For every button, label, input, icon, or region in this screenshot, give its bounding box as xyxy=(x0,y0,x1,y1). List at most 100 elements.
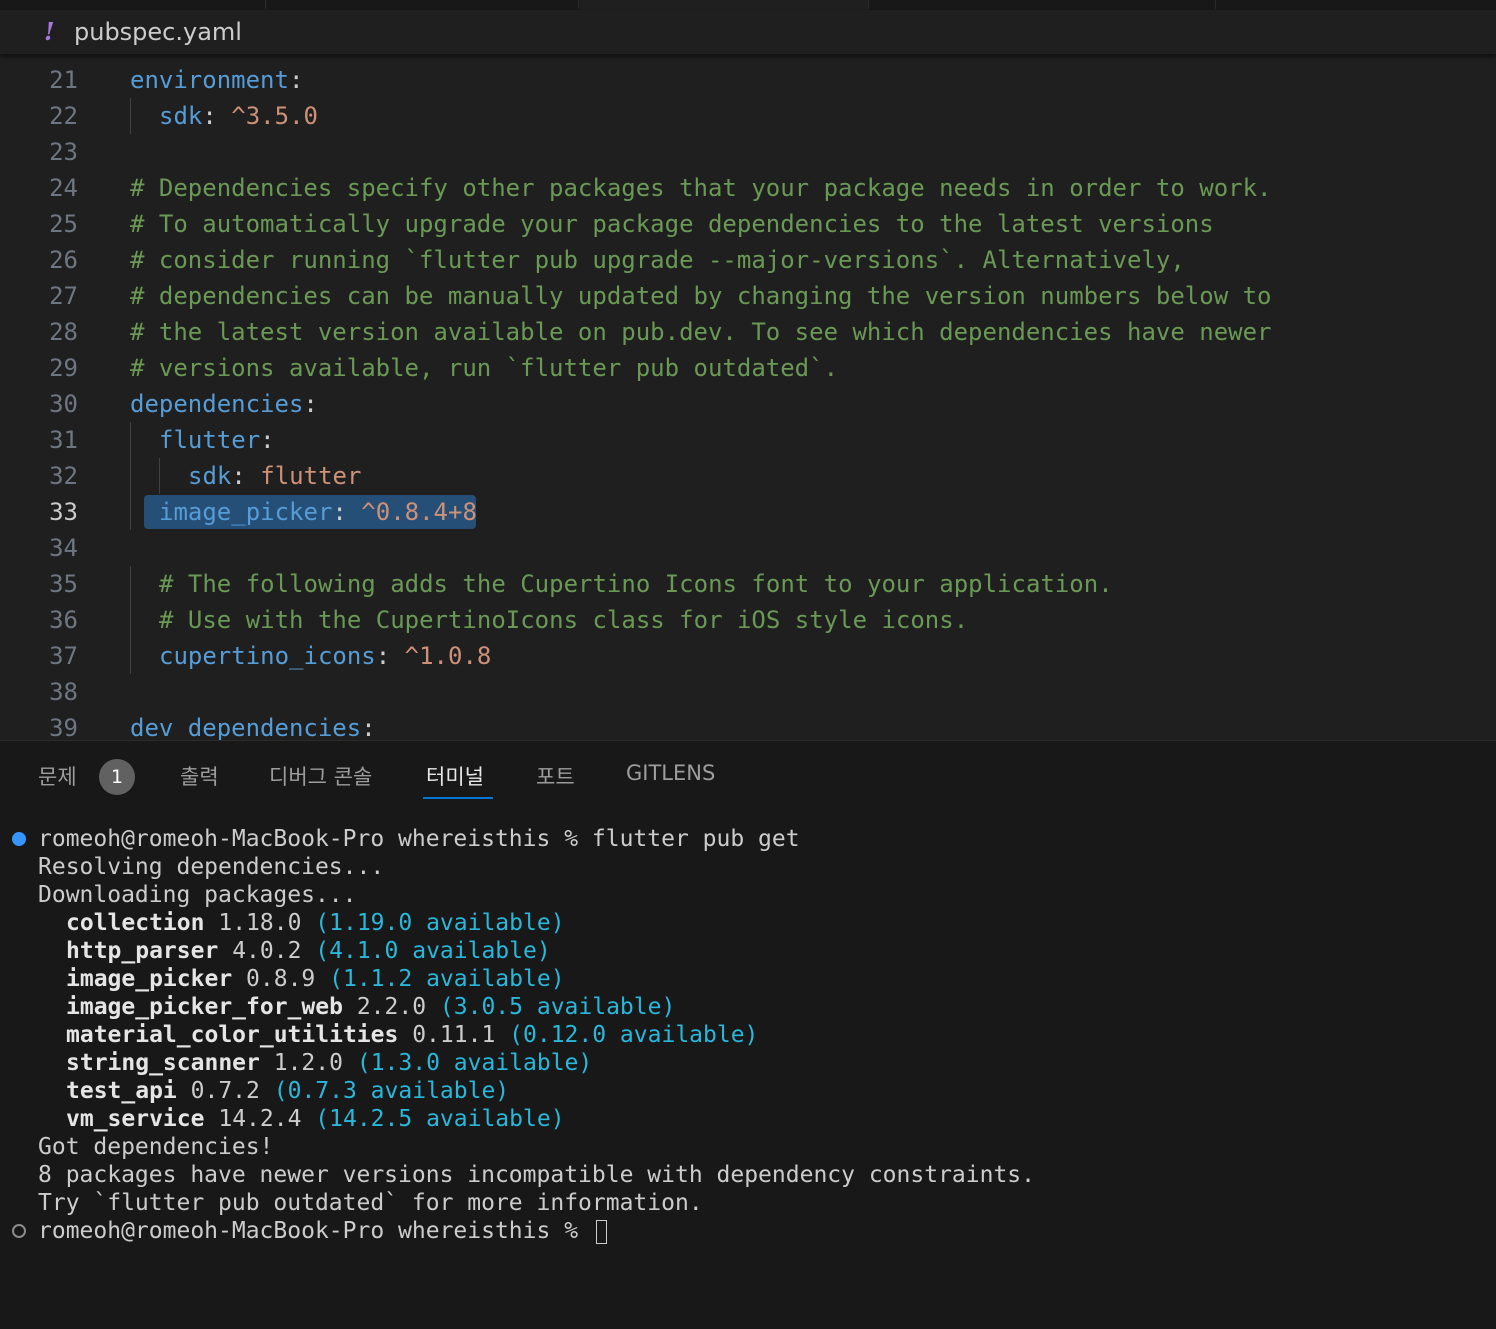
terminal-line: 8 packages have newer versions incompati… xyxy=(38,1162,1035,1188)
panel-tabs: 문제 1 출력 디버그 콘솔 터미널 포트 GITLENS xyxy=(0,741,1496,811)
yaml-key: sdk xyxy=(188,462,232,490)
code-line[interactable]: 30 dependencies: xyxy=(0,386,1496,422)
yaml-colon: : xyxy=(375,642,405,670)
code-line[interactable]: 22 sdk: ^3.5.0 xyxy=(0,98,1496,134)
code-line[interactable]: 38 xyxy=(0,674,1496,710)
line-number: 30 xyxy=(49,390,78,418)
yaml-comment: # consider running `flutter pub upgrade … xyxy=(130,246,1185,274)
tab-separator xyxy=(265,0,266,9)
yaml-comment: # dependencies can be manually updated b… xyxy=(130,282,1272,310)
tab-output[interactable]: 출력 xyxy=(180,761,219,791)
line-number: 34 xyxy=(49,534,78,562)
code-line[interactable]: 33 image_picker: ^0.8.4+8 xyxy=(0,494,1496,530)
line-number: 35 xyxy=(49,570,78,598)
code-line[interactable]: 28 # the latest version available on pub.… xyxy=(0,314,1496,350)
command-success-dot-icon[interactable] xyxy=(12,832,26,846)
code-line[interactable]: 35 # The following adds the Cupertino Ico… xyxy=(0,566,1496,602)
code-line[interactable]: 32 sdk: flutter xyxy=(0,458,1496,494)
package-current-version: 1.2.0 xyxy=(273,1050,343,1076)
active-tab-indicator xyxy=(423,797,493,799)
code-text: dev_dependencies: xyxy=(130,710,376,740)
package-available-version: (0.7.3 available) xyxy=(273,1078,510,1104)
package-available-version: (3.0.5 available) xyxy=(439,994,676,1020)
indent-guide xyxy=(130,422,131,458)
code-line[interactable]: 37 cupertino_icons: ^1.0.8 xyxy=(0,638,1496,674)
yaml-comment: # The following adds the Cupertino Icons… xyxy=(159,570,1113,598)
package-available-version: (14.2.5 available) xyxy=(315,1106,565,1132)
line-number: 22 xyxy=(49,102,78,130)
breadcrumb: ! pubspec.yaml xyxy=(0,10,1496,54)
terminal-prompt-line: romeoh@romeoh-MacBook-Pro whereisthis % xyxy=(0,1217,1496,1245)
code-text: # consider running `flutter pub upgrade … xyxy=(130,242,1185,278)
yaml-comment: # versions available, run `flutter pub o… xyxy=(130,354,839,382)
package-name: http_parser xyxy=(66,938,219,964)
tab-gitlens[interactable]: GITLENS xyxy=(626,761,715,785)
code-line[interactable]: 39 dev_dependencies: xyxy=(0,710,1496,740)
yaml-key: image_picker xyxy=(159,498,333,526)
tab-ports[interactable]: 포트 xyxy=(536,761,575,791)
code-line[interactable]: 24 # Dependencies specify other packages … xyxy=(0,170,1496,206)
problems-count-badge: 1 xyxy=(99,759,135,795)
package-current-version: 2.2.0 xyxy=(356,994,427,1020)
package-line: image_picker_for_web 2.2.0 (3.0.5 availa… xyxy=(0,993,1496,1021)
code-line[interactable]: 31 flutter: xyxy=(0,422,1496,458)
code-line[interactable]: 36 # Use with the CupertinoIcons class fo… xyxy=(0,602,1496,638)
code-text: # the latest version available on pub.de… xyxy=(130,314,1272,350)
yaml-colon: : xyxy=(231,462,261,490)
yaml-file-icon: ! xyxy=(44,17,55,46)
code-editor[interactable]: 21 environment: 22 sdk: ^3.5.0 23 24 # Depende… xyxy=(0,54,1496,740)
yaml-key: flutter xyxy=(159,426,261,454)
line-number: 37 xyxy=(49,642,78,670)
line-number: 25 xyxy=(49,210,78,238)
yaml-comment: # Use with the CupertinoIcons class for … xyxy=(159,606,969,634)
yaml-comment: # the latest version available on pub.de… xyxy=(130,318,1272,346)
line-number: 31 xyxy=(49,426,78,454)
breadcrumb-file[interactable]: pubspec.yaml xyxy=(74,18,242,46)
package-name: material_color_utilities xyxy=(66,1022,399,1048)
package-available-version: (1.1.2 available) xyxy=(329,966,565,992)
code-line[interactable]: 27 # dependencies can be manually updated… xyxy=(0,278,1496,314)
package-line: http_parser 4.0.2 (4.1.0 available) xyxy=(0,937,1496,965)
code-text: image_picker: ^0.8.4+8 xyxy=(159,494,477,530)
command-pending-dot-icon[interactable] xyxy=(12,1224,26,1238)
code-line[interactable]: 23 xyxy=(0,134,1496,170)
indent-guide xyxy=(130,566,131,602)
editor-lines: 21 environment: 22 sdk: ^3.5.0 23 24 # Depende… xyxy=(0,62,1496,740)
package-line: test_api 0.7.2 (0.7.3 available) xyxy=(0,1077,1496,1105)
tab-separator xyxy=(1215,0,1216,9)
yaml-key: dev_dependencies xyxy=(130,714,362,740)
package-name: vm_service xyxy=(66,1106,205,1132)
package-line: image_picker 0.8.9 (1.1.2 available) xyxy=(0,965,1496,993)
indent-guide xyxy=(159,458,160,494)
package-line: collection 1.18.0 (1.19.0 available) xyxy=(0,909,1496,937)
tab-terminal[interactable]: 터미널 xyxy=(426,761,484,791)
tab-problems[interactable]: 문제 xyxy=(38,761,77,791)
indent-guide xyxy=(130,98,131,134)
code-text: # Dependencies specify other packages th… xyxy=(130,170,1272,206)
package-available-version: (4.1.0 available) xyxy=(315,938,551,964)
code-line[interactable]: 21 environment: xyxy=(0,62,1496,98)
code-text: flutter: xyxy=(159,422,275,458)
tab-debug-console[interactable]: 디버그 콘솔 xyxy=(269,761,372,791)
yaml-value: ^0.8.4+8 xyxy=(361,498,477,526)
line-number: 36 xyxy=(49,606,78,634)
terminal-output[interactable]: romeoh@romeoh-MacBook-Pro whereisthis % … xyxy=(0,825,1496,1245)
code-line[interactable]: 25 # To automatically upgrade your packag… xyxy=(0,206,1496,242)
code-line[interactable]: 29 # versions available, run `flutter pub… xyxy=(0,350,1496,386)
line-number: 23 xyxy=(49,138,78,166)
package-line: material_color_utilities 0.11.1 (0.12.0 … xyxy=(0,1021,1496,1049)
yaml-colon: : xyxy=(361,714,376,740)
package-current-version: 4.0.2 xyxy=(232,938,302,964)
active-tab[interactable] xyxy=(580,0,868,10)
terminal-line: Got dependencies! xyxy=(38,1134,274,1160)
package-line: string_scanner 1.2.0 (1.3.0 available) xyxy=(0,1049,1496,1077)
package-current-version: 14.2.4 xyxy=(218,1106,302,1132)
code-text: # To automatically upgrade your package … xyxy=(130,206,1214,242)
code-line[interactable]: 26 # consider running `flutter pub upgrad… xyxy=(0,242,1496,278)
code-line[interactable]: 34 xyxy=(0,530,1496,566)
package-name: image_picker_for_web xyxy=(66,994,343,1020)
yaml-key: sdk xyxy=(159,102,203,130)
yaml-value: ^1.0.8 xyxy=(404,642,492,670)
package-available-version: (0.12.0 available) xyxy=(509,1022,759,1048)
line-number: 32 xyxy=(49,462,78,490)
